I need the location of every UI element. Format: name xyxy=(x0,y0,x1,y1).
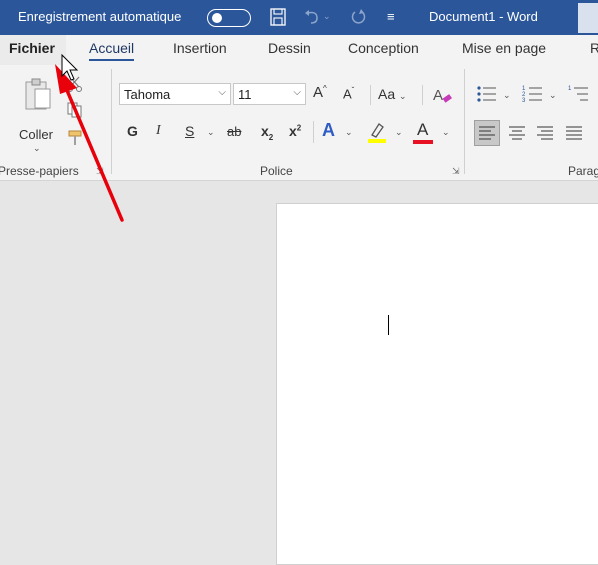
align-center-icon[interactable] xyxy=(505,121,529,150)
autosave-label: Enregistrement automatique xyxy=(18,9,182,24)
bold-button[interactable]: G xyxy=(127,124,138,138)
paragraph-group-label: Parag xyxy=(568,164,598,178)
align-right-icon[interactable] xyxy=(533,121,557,150)
font-color-button[interactable]: A xyxy=(413,120,435,145)
autosave-toggle[interactable] xyxy=(207,9,251,27)
multilevel-list-icon[interactable]: 1 xyxy=(568,84,590,109)
subscript-base: x xyxy=(261,123,269,139)
document-title: Document1 - Word xyxy=(429,9,538,24)
title-bar: Enregistrement automatique ⌄ ≡ Document1… xyxy=(0,0,598,35)
paste-button[interactable]: Coller ⌄ xyxy=(14,75,60,155)
customize-quick-access-icon[interactable]: ≡ xyxy=(387,9,395,24)
superscript-button[interactable]: x2 xyxy=(289,124,301,138)
ribbon: Coller ⌄ Presse-papiers ⇲ Tahoma ⌵ 11 ⌵ … xyxy=(0,65,598,181)
shrink-font-button[interactable]: Aˇ xyxy=(343,86,354,102)
numbering-dropdown-icon[interactable]: ⌄ xyxy=(549,91,557,100)
font-color-label: A xyxy=(417,120,429,139)
align-left-button[interactable] xyxy=(474,120,500,146)
svg-text:3: 3 xyxy=(522,98,526,104)
bullets-icon[interactable] xyxy=(476,84,498,109)
chevron-down-icon: ⌵ xyxy=(293,87,301,98)
font-group-label: Police xyxy=(260,164,293,178)
tab-file[interactable]: Fichier xyxy=(0,35,66,65)
superscript-base: x xyxy=(289,123,297,139)
strikethrough-button[interactable]: ab xyxy=(227,125,241,138)
clipboard-icon xyxy=(23,77,53,116)
undo-icon[interactable] xyxy=(302,7,322,30)
divider xyxy=(370,85,371,105)
font-size-select[interactable]: 11 ⌵ xyxy=(233,83,306,105)
subscript-button[interactable]: x2 xyxy=(261,124,273,142)
superscript-mark: 2 xyxy=(296,123,302,133)
chevron-down-icon: ⌄ xyxy=(399,91,407,101)
clipboard-group-label: Presse-papiers xyxy=(0,164,79,178)
tab-references[interactable]: R xyxy=(590,40,598,56)
svg-text:1: 1 xyxy=(568,86,572,92)
align-left-icon xyxy=(479,126,495,140)
subscript-mark: 2 xyxy=(268,132,274,142)
cut-icon[interactable] xyxy=(66,75,84,98)
justify-icon[interactable] xyxy=(562,121,586,150)
font-name-select[interactable]: Tahoma ⌵ xyxy=(119,83,231,105)
font-size-value: 11 xyxy=(238,87,252,102)
grow-font-label: A xyxy=(313,84,324,101)
font-launcher-icon[interactable]: ⇲ xyxy=(452,166,460,177)
grow-font-button[interactable]: A^ xyxy=(313,84,327,101)
text-effects-label: A xyxy=(322,120,335,140)
document-canvas xyxy=(0,181,598,565)
numbering-icon[interactable]: 123 xyxy=(522,84,544,109)
text-effects-button[interactable]: A xyxy=(322,121,335,139)
document-page[interactable] xyxy=(276,203,598,565)
undo-dropdown-icon[interactable]: ⌄ xyxy=(323,11,331,22)
paste-label: Coller xyxy=(19,127,53,142)
font-color-swatch xyxy=(413,140,433,144)
text-effects-dropdown-icon[interactable]: ⌄ xyxy=(345,128,353,137)
underline-button[interactable]: S xyxy=(185,124,194,138)
format-painter-icon[interactable] xyxy=(66,129,84,152)
group-divider xyxy=(464,69,465,174)
change-case-button[interactable]: Aa ⌄ xyxy=(378,87,407,101)
clipboard-launcher-icon[interactable]: ⇲ xyxy=(96,166,104,177)
group-divider xyxy=(111,69,112,174)
underline-dropdown-icon[interactable]: ⌄ xyxy=(207,128,215,137)
bullets-dropdown-icon[interactable]: ⌄ xyxy=(503,91,511,100)
font-color-dropdown-icon[interactable]: ⌄ xyxy=(442,128,450,137)
tab-file-label: Fichier xyxy=(9,40,55,56)
divider xyxy=(313,121,314,143)
toggle-knob xyxy=(212,13,222,23)
save-icon[interactable] xyxy=(268,7,288,30)
shrink-font-label: A xyxy=(343,86,352,102)
font-name-value: Tahoma xyxy=(124,87,171,102)
redo-icon[interactable] xyxy=(348,7,368,30)
divider xyxy=(422,85,423,105)
account-area[interactable] xyxy=(578,3,598,33)
text-cursor xyxy=(388,315,389,335)
change-case-label: Aa xyxy=(378,86,396,102)
ribbon-tabs: Fichier Accueil Insertion Dessin Concept… xyxy=(0,35,598,65)
tab-draw[interactable]: Dessin xyxy=(268,40,311,56)
italic-button[interactable]: I xyxy=(156,124,161,138)
highlight-icon[interactable] xyxy=(366,120,388,149)
tab-home[interactable]: Accueil xyxy=(89,40,135,61)
tab-layout[interactable]: Mise en page xyxy=(462,40,546,56)
tab-insert[interactable]: Insertion xyxy=(173,40,227,56)
paste-dropdown-icon: ⌄ xyxy=(33,143,41,153)
tab-design[interactable]: Conception xyxy=(348,40,419,56)
clear-formatting-icon[interactable]: A xyxy=(431,84,453,111)
copy-icon[interactable] xyxy=(66,101,84,124)
highlight-dropdown-icon[interactable]: ⌄ xyxy=(395,128,403,137)
chevron-down-icon: ⌵ xyxy=(218,87,226,98)
svg-text:A: A xyxy=(433,87,443,104)
